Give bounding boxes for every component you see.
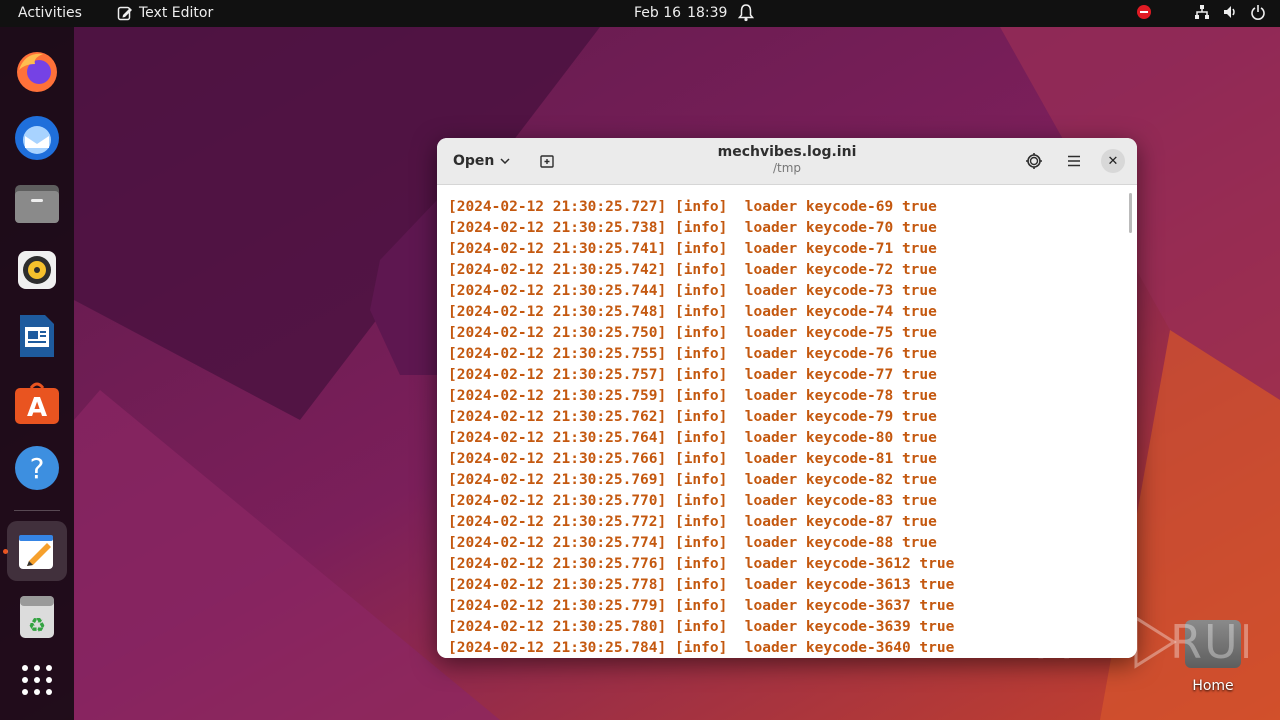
header-bar: Open mechvibes.log.ini /tmp ✕ [437, 138, 1137, 185]
text-line: [2024-02-12 21:30:25.764] [info] loader … [448, 430, 937, 446]
text-line: [2024-02-12 21:30:25.759] [info] loader … [448, 388, 937, 404]
dock-trash[interactable]: ♻ [7, 587, 67, 647]
svg-text:♻: ♻ [28, 613, 46, 637]
text-line: [2024-02-12 21:30:25.769] [info] loader … [448, 472, 937, 488]
text-line: [2024-02-12 21:30:25.757] [info] loader … [448, 367, 937, 383]
system-tray[interactable] [1136, 4, 1266, 24]
app-menu[interactable]: Text Editor [117, 5, 213, 21]
open-label: Open [453, 153, 495, 169]
style-scheme-button[interactable] [1020, 147, 1048, 175]
dock-rhythmbox[interactable] [7, 240, 67, 300]
dock-libreoffice-writer[interactable] [7, 306, 67, 366]
main-menu-button[interactable] [1060, 147, 1088, 175]
text-editor-icon [19, 535, 53, 569]
open-button[interactable]: Open [445, 147, 518, 175]
text-line: [2024-02-12 21:30:25.780] [info] loader … [448, 619, 955, 635]
text-editor-window: Open mechvibes.log.ini /tmp ✕ [2024-02-1… [437, 138, 1137, 658]
text-line: [2024-02-12 21:30:25.762] [info] loader … [448, 409, 937, 425]
new-tab-icon [540, 155, 554, 168]
text-line: [2024-02-12 21:30:25.738] [info] loader … [448, 220, 937, 236]
help-icon: ? [15, 446, 59, 490]
dock-firefox[interactable] [7, 42, 67, 102]
text-view[interactable]: [2024-02-12 21:30:25.727] [info] loader … [437, 185, 1137, 658]
trash-icon: ♻ [20, 596, 54, 638]
anyrun-watermark-logo: ANY RUN [1038, 610, 1274, 685]
rhythmbox-icon [18, 251, 56, 289]
gear-icon [1026, 153, 1042, 169]
clock[interactable]: Feb 16 18:39 [634, 5, 727, 21]
window-title-area: mechvibes.log.ini /tmp [637, 144, 937, 175]
libreoffice-writer-icon [20, 315, 54, 357]
chevron-down-icon [500, 158, 510, 164]
clock-time: 18:39 [687, 5, 728, 21]
text-line: [2024-02-12 21:30:25.778] [info] loader … [448, 577, 955, 593]
window-title: mechvibes.log.ini [717, 144, 857, 160]
volume-icon [1222, 4, 1238, 24]
dock-help[interactable]: ? [7, 438, 67, 498]
text-line: [2024-02-12 21:30:25.779] [info] loader … [448, 598, 955, 614]
app-center-icon: A [15, 382, 59, 424]
dock: A ? ♻ [0, 27, 74, 720]
text-line: [2024-02-12 21:30:25.770] [info] loader … [448, 493, 937, 509]
network-icon [1194, 4, 1210, 24]
activities-button[interactable]: Activities [18, 5, 82, 21]
text-line: [2024-02-12 21:30:25.776] [info] loader … [448, 556, 955, 572]
files-icon [15, 185, 59, 223]
thunderbird-icon [15, 116, 59, 160]
power-icon [1250, 4, 1266, 24]
firefox-icon [17, 52, 57, 92]
dock-text-editor[interactable] [7, 521, 67, 581]
svg-text:RUN: RUN [1170, 615, 1248, 669]
text-line: [2024-02-12 21:30:25.742] [info] loader … [448, 262, 937, 278]
hamburger-menu-icon [1068, 155, 1080, 167]
vertical-scrollbar[interactable] [1129, 193, 1132, 233]
top-bar: Activities Text Editor Feb 16 18:39 [0, 0, 1280, 27]
text-line: [2024-02-12 21:30:25.748] [info] loader … [448, 304, 937, 320]
dock-show-apps[interactable] [7, 650, 67, 710]
text-line: [2024-02-12 21:30:25.784] [info] loader … [448, 640, 955, 656]
close-icon: ✕ [1107, 153, 1119, 169]
svg-text:ANY: ANY [1038, 615, 1138, 669]
app-name: Text Editor [139, 5, 214, 21]
text-line: [2024-02-12 21:30:25.744] [info] loader … [448, 283, 937, 299]
text-line: [2024-02-12 21:30:25.755] [info] loader … [448, 346, 937, 362]
dock-app-center[interactable]: A [7, 372, 67, 432]
text-line: [2024-02-12 21:30:25.750] [info] loader … [448, 325, 937, 341]
svg-text:?: ? [30, 452, 45, 485]
close-button[interactable]: ✕ [1101, 149, 1125, 173]
dock-separator [14, 510, 60, 511]
dock-thunderbird[interactable] [7, 108, 67, 168]
new-tab-button[interactable] [533, 147, 561, 175]
dock-files[interactable] [7, 174, 67, 234]
window-subtitle: /tmp [772, 161, 802, 175]
text-line: [2024-02-12 21:30:25.741] [info] loader … [448, 241, 937, 257]
do-not-disturb-icon [1136, 4, 1152, 24]
text-lines: [2024-02-12 21:30:25.727] [info] loader … [448, 197, 954, 658]
text-editor-icon [117, 6, 132, 21]
clock-date: Feb 16 [634, 5, 682, 21]
text-line: [2024-02-12 21:30:25.766] [info] loader … [448, 451, 937, 467]
svg-text:A: A [27, 393, 47, 423]
text-line: [2024-02-12 21:30:25.774] [info] loader … [448, 535, 937, 551]
notification-bell-icon[interactable] [737, 4, 755, 26]
text-line: [2024-02-12 21:30:25.772] [info] loader … [448, 514, 937, 530]
show-apps-grid-icon [22, 665, 52, 695]
text-line: [2024-02-12 21:30:25.727] [info] loader … [448, 199, 937, 215]
